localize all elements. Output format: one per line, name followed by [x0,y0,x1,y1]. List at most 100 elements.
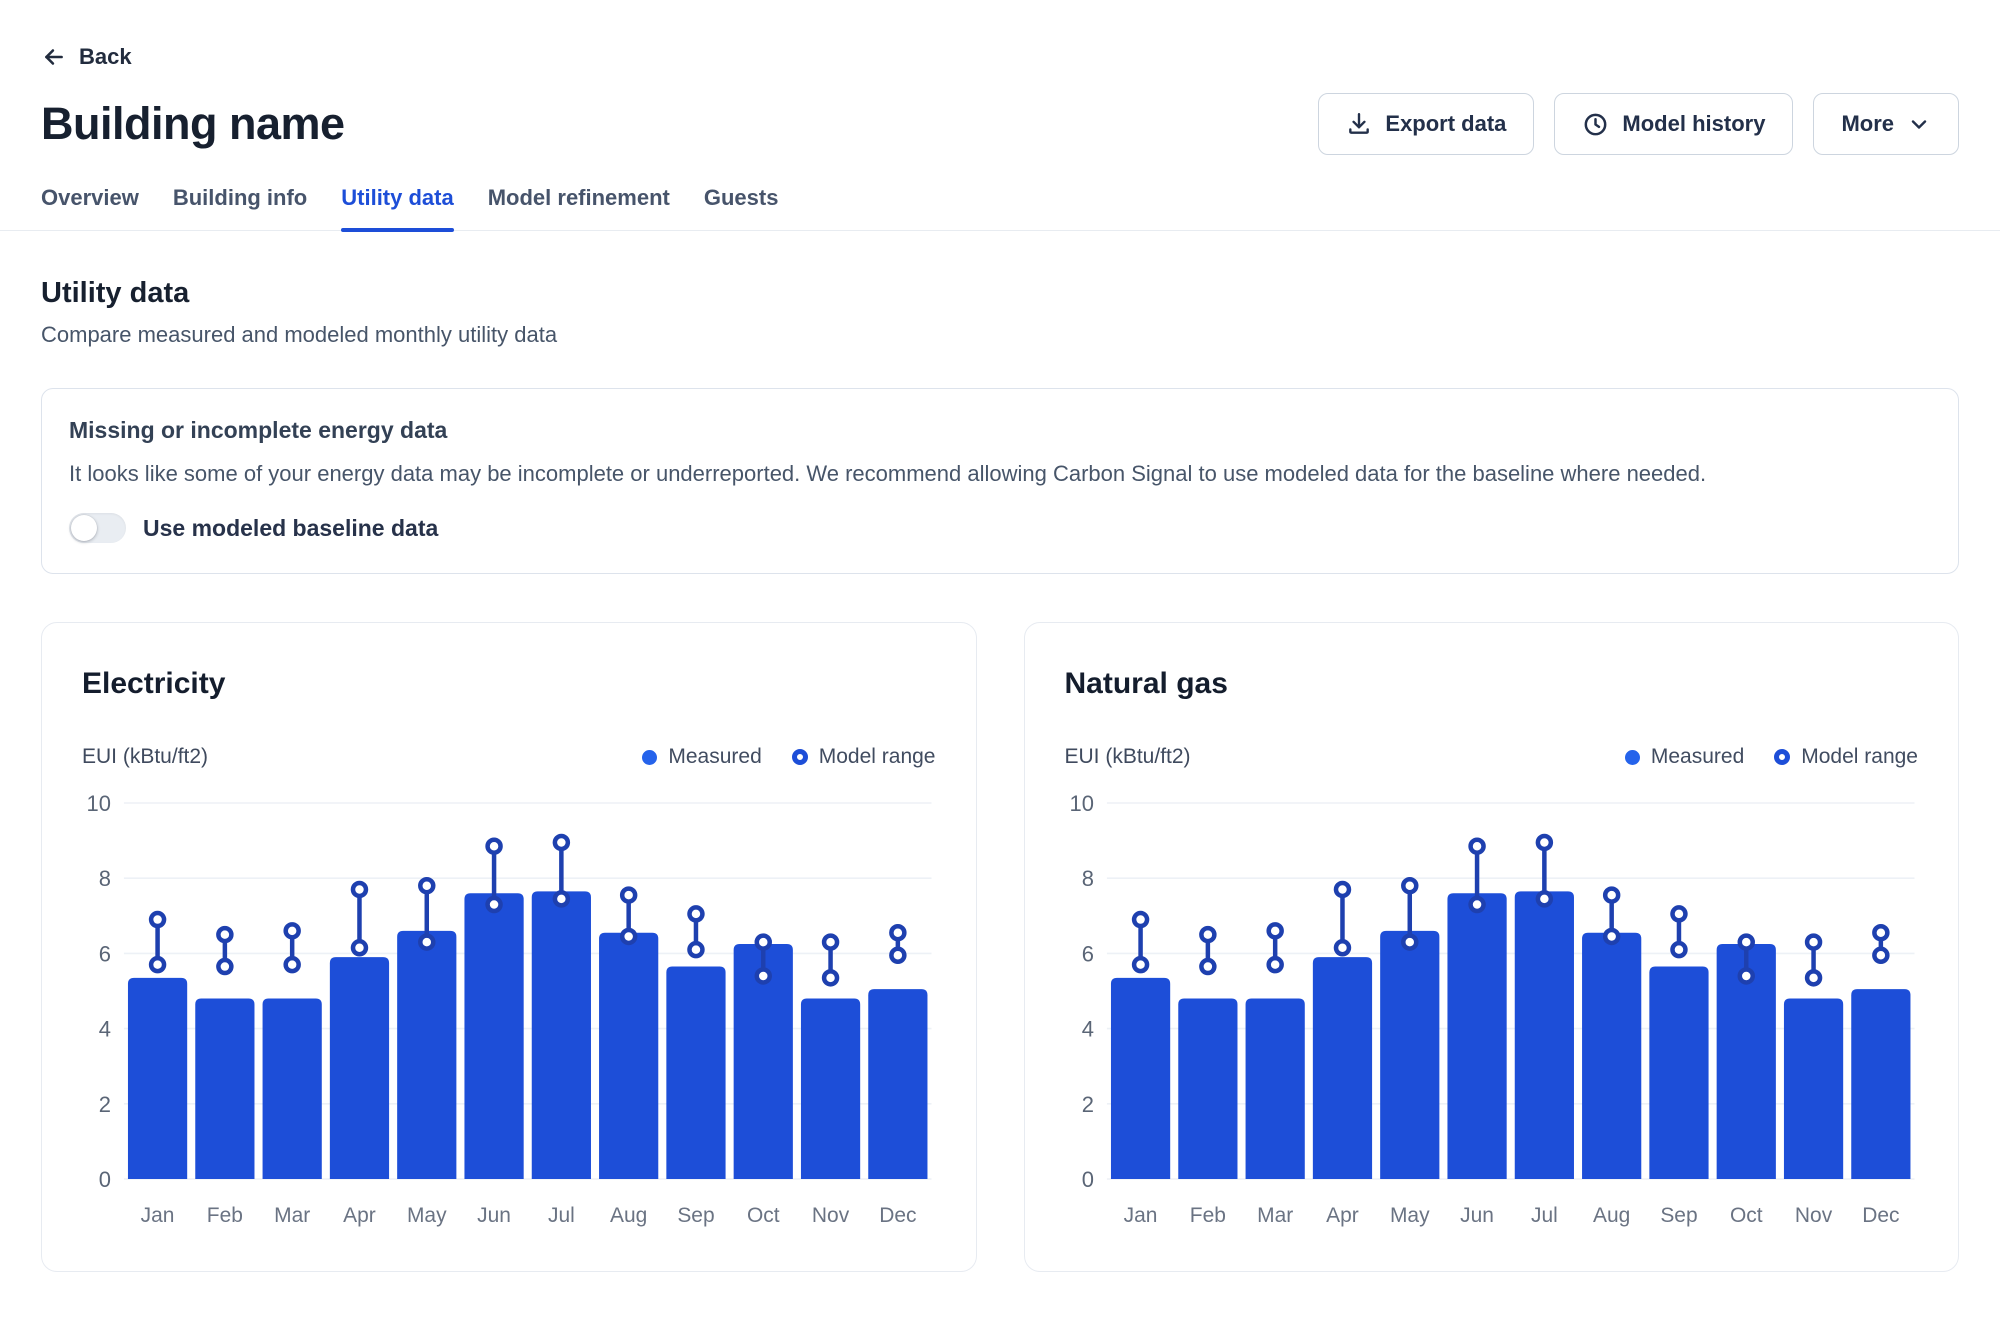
header-actions: Export data Model history More [1318,93,1959,155]
measured-bar-Jun [1447,893,1506,1179]
x-tick-label: May [407,1204,447,1227]
natural-gas-chart: 0246810JanFebMarAprMayJunJulAugSepOctNov… [1065,783,1919,1231]
x-tick-label: May [1389,1204,1429,1227]
model-range-marker-Feb [1201,960,1214,973]
x-tick-label: Aug [1593,1204,1630,1227]
model-history-label: Model history [1622,111,1765,137]
measured-bar-Apr [330,957,389,1179]
model-range-marker-Apr [1335,883,1348,896]
model-range-marker-Oct [757,969,770,982]
back-link[interactable]: Back [41,44,132,70]
model-range-marker-Aug [1605,889,1618,902]
model-range-marker-Sep [1672,907,1685,920]
model-range-marker-Mar [286,958,299,971]
section-title: Utility data [41,277,1959,310]
measured-bar-Nov [1783,999,1842,1179]
y-tick-label: 4 [99,1017,111,1042]
legend-item-measured: Measured [1625,745,1744,769]
model-range-marker-Dec [1874,926,1887,939]
alert-body: It looks like some of your energy data m… [69,461,1931,487]
model-range-marker-Apr [1335,941,1348,954]
model-range-marker-May [420,936,433,949]
tab-guests[interactable]: Guests [704,185,779,230]
x-tick-label: Apr [1326,1204,1359,1227]
model-range-marker-Aug [622,930,635,943]
x-tick-label: Mar [274,1204,310,1227]
page-title: Building name [41,98,345,150]
tab-utility-data[interactable]: Utility data [341,185,453,230]
y-tick-label: 10 [1069,791,1093,816]
legend: Measured Model range [642,745,935,769]
measured-bar-Jul [532,891,591,1179]
y-tick-label: 2 [1081,1092,1093,1117]
measured-bar-May [1380,931,1439,1179]
x-tick-label: Sep [677,1204,714,1227]
toggle-knob [71,515,97,541]
clock-icon [1582,111,1609,138]
model-range-marker-Jun [488,840,501,853]
model-range-marker-Sep [689,943,702,956]
model-range-marker-Jul [555,892,568,905]
tab-model-refinement[interactable]: Model refinement [488,185,670,230]
y-tick-label: 0 [1081,1167,1093,1192]
model-range-marker-Mar [1268,924,1281,937]
tab-bar: Overview Building info Utility data Mode… [0,185,2000,231]
y-tick-label: 0 [99,1167,111,1192]
missing-data-alert: Missing or incomplete energy data It loo… [41,388,1959,574]
model-range-marker-Mar [286,924,299,937]
model-range-marker-May [420,879,433,892]
model-range-marker-Nov [824,971,837,984]
legend-measured-label: Measured [668,745,761,769]
natural-gas-chart-meta: EUI (kBtu/ft2) Measured Model range [1065,745,1919,769]
model-range-marker-Oct [1739,936,1752,949]
use-modeled-baseline-toggle[interactable] [69,513,126,543]
measured-bar-May [397,931,456,1179]
y-tick-label: 2 [99,1092,111,1117]
model-range-marker-Jan [1134,913,1147,926]
alert-title: Missing or incomplete energy data [69,417,1931,444]
x-tick-label: Jan [1123,1204,1157,1227]
model-range-marker-Sep [1672,943,1685,956]
y-tick-label: 4 [1081,1017,1093,1042]
model-range-marker-May [1403,879,1416,892]
model-range-marker-Jun [488,898,501,911]
y-tick-label: 6 [99,941,111,966]
measured-bar-Jan [128,978,187,1179]
arrow-left-icon [41,44,67,70]
x-tick-label: Nov [1794,1204,1832,1227]
legend-item-model-range: Model range [792,745,936,769]
model-range-marker-Apr [353,941,366,954]
measured-bar-Jan [1110,978,1169,1179]
y-axis-title: EUI (kBtu/ft2) [1065,745,1191,769]
model-range-ring-icon [792,749,808,765]
charts-row: Electricity EUI (kBtu/ft2) Measured Mode… [41,622,1959,1272]
model-range-marker-Dec [891,926,904,939]
chevron-down-icon [1907,112,1931,136]
x-tick-label: Jul [1530,1204,1557,1227]
model-history-button[interactable]: Model history [1554,93,1793,155]
measured-bar-Mar [1245,999,1304,1179]
section-subtitle: Compare measured and modeled monthly uti… [41,322,1959,348]
x-tick-label: Oct [1729,1204,1762,1227]
model-range-marker-May [1403,936,1416,949]
electricity-card: Electricity EUI (kBtu/ft2) Measured Mode… [41,622,977,1272]
x-tick-label: Jul [548,1204,575,1227]
x-tick-label: Jun [477,1204,511,1227]
model-range-marker-Dec [1874,949,1887,962]
more-label: More [1841,111,1894,137]
export-data-button[interactable]: Export data [1318,93,1534,155]
electricity-chart: 0246810JanFebMarAprMayJunJulAugSepOctNov… [82,783,936,1231]
tab-overview[interactable]: Overview [41,185,139,230]
measured-bar-Mar [263,999,322,1179]
measured-bar-Dec [1851,989,1910,1179]
model-range-marker-Jun [1470,840,1483,853]
measured-bar-Dec [868,989,927,1179]
model-range-marker-Aug [622,889,635,902]
tab-building-info[interactable]: Building info [173,185,307,230]
model-range-marker-Aug [1605,930,1618,943]
x-tick-label: Apr [343,1204,376,1227]
model-range-marker-Feb [1201,928,1214,941]
measured-bar-Feb [195,999,254,1179]
legend-item-measured: Measured [642,745,761,769]
more-button[interactable]: More [1813,93,1959,155]
